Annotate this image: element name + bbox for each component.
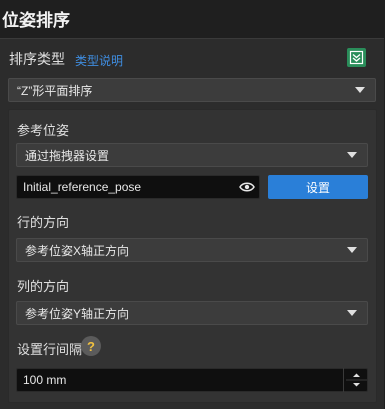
- sort-type-select[interactable]: “Z”形平面排序: [8, 78, 376, 102]
- reference-pose-name-field[interactable]: Initial_reference_pose: [16, 175, 260, 199]
- reference-pose-method-selected: 通过拖拽器设置: [25, 148, 110, 163]
- sort-type-label: 排序类型: [9, 51, 65, 67]
- stepper-arrows-icon: [346, 373, 367, 387]
- row-spacing-value: 100 mm: [23, 373, 67, 387]
- chevron-down-icon: [347, 247, 357, 253]
- reference-pose-method-select[interactable]: 通过拖拽器设置: [16, 143, 368, 167]
- row-direction-label: 行的方向: [17, 215, 70, 230]
- collapse-icon[interactable]: [347, 48, 366, 67]
- sort-type-selected: “Z”形平面排序: [17, 83, 93, 98]
- row-spacing-input[interactable]: 100 mm: [16, 368, 368, 392]
- eye-icon-svg: [239, 182, 255, 192]
- chevron-down-icon: [355, 87, 365, 93]
- column-direction-label: 列的方向: [17, 279, 70, 294]
- sort-type-help-link[interactable]: 类型说明: [75, 52, 123, 69]
- download-box-icon: [349, 50, 364, 65]
- row-spacing-label: 设置行间隔: [17, 342, 83, 357]
- help-icon[interactable]: ?: [81, 336, 101, 356]
- chevron-down-icon: [347, 152, 357, 158]
- chevron-down-icon: [347, 310, 357, 316]
- set-pose-button[interactable]: 设置: [268, 175, 368, 199]
- reference-pose-label: 参考位姿: [17, 123, 70, 138]
- row-direction-selected: 参考位姿X轴正方向: [25, 243, 130, 258]
- page-title: 位姿排序: [2, 11, 70, 30]
- column-direction-select[interactable]: 参考位姿Y轴正方向: [16, 301, 368, 325]
- row-spacing-stepper[interactable]: [343, 368, 368, 392]
- row-direction-select[interactable]: 参考位姿X轴正方向: [16, 238, 368, 262]
- column-direction-selected: 参考位姿Y轴正方向: [25, 306, 130, 321]
- eye-icon[interactable]: [239, 181, 255, 193]
- reference-pose-name-value: Initial_reference_pose: [23, 180, 142, 194]
